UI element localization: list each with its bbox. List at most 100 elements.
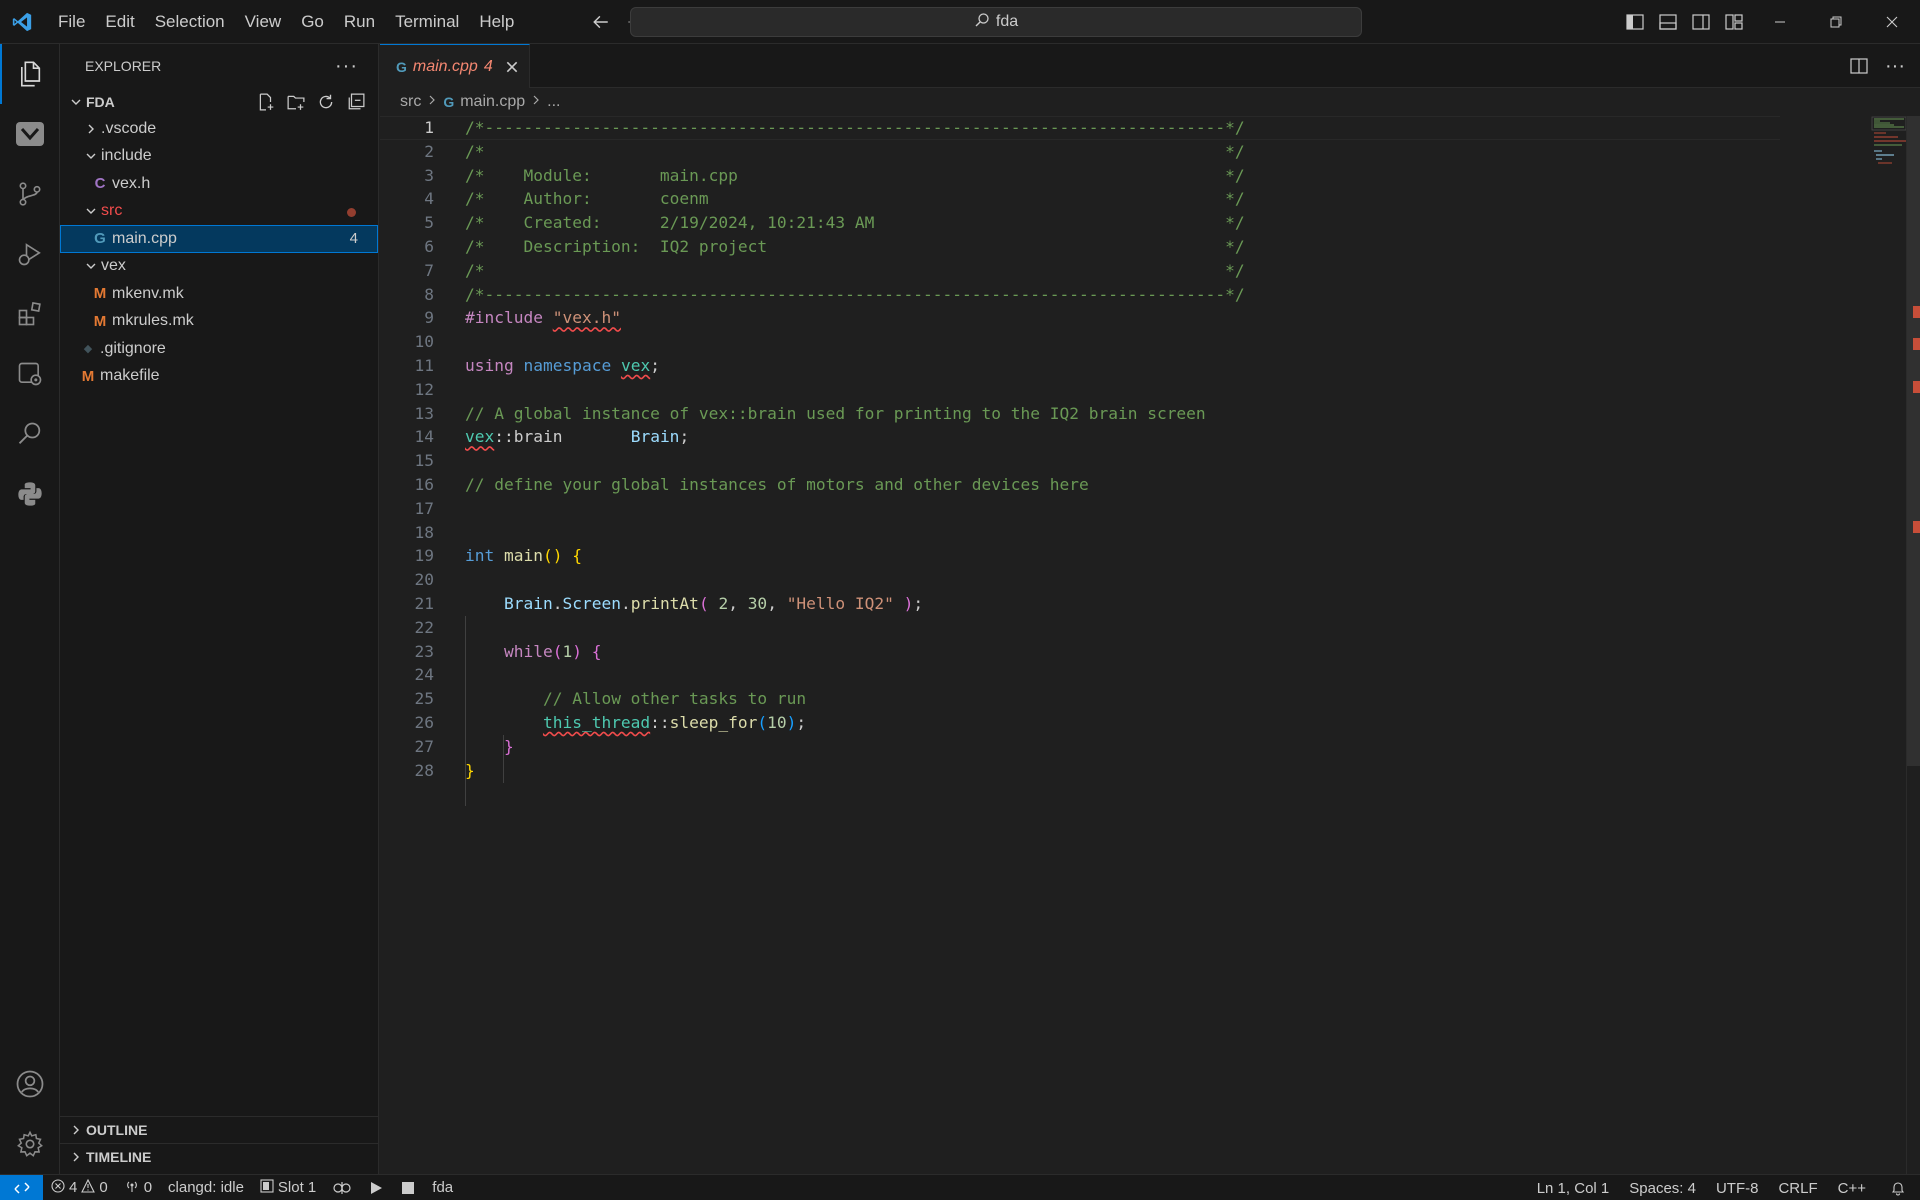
code-text: /*--------------------------------------… — [465, 284, 1245, 304]
tree-item-main-cpp[interactable]: G main.cpp 4 — [60, 225, 378, 253]
close-window-icon[interactable] — [1864, 0, 1920, 44]
menu-terminal[interactable]: Terminal — [385, 0, 469, 44]
code-text: // define your global instances of motor… — [465, 474, 1089, 494]
line-number: 27 — [414, 736, 435, 756]
source-control-icon[interactable] — [0, 164, 60, 224]
line-number: 7 — [424, 260, 434, 280]
line-number: 18 — [414, 522, 435, 542]
vex-device-icon[interactable] — [324, 1175, 360, 1200]
explorer-more-icon[interactable]: ··· — [335, 55, 358, 78]
menu-edit[interactable]: Edit — [95, 0, 144, 44]
tree-item-mkenv[interactable]: M mkenv.mk — [60, 280, 378, 308]
ports-count: 0 — [143, 1179, 153, 1196]
outline-section[interactable]: OUTLINE — [60, 1116, 379, 1143]
tree-item-include[interactable]: include — [60, 143, 378, 171]
editor-more-icon[interactable]: ··· — [1878, 44, 1912, 88]
tree-item-label: vex.h — [112, 174, 151, 192]
error-marker — [1913, 381, 1920, 393]
explorer-icon[interactable] — [0, 44, 60, 104]
breadcrumb-src[interactable]: src — [400, 93, 421, 111]
extensions-icon[interactable] — [0, 284, 60, 344]
tree-item-vex-h[interactable]: C vex.h — [60, 170, 378, 198]
toggle-primary-sidebar-icon[interactable] — [1618, 0, 1651, 44]
toggle-secondary-sidebar-icon[interactable] — [1684, 0, 1717, 44]
activity-bar — [0, 44, 60, 1174]
code-editor[interactable]: 1 /*-------------------------------------… — [380, 116, 1780, 782]
line-number: 19 — [414, 546, 435, 566]
code-text: this_thread::sleep_for(10); — [542, 712, 807, 732]
new-folder-icon[interactable] — [282, 88, 310, 115]
menu-go[interactable]: Go — [291, 0, 334, 44]
chevron-right-icon — [427, 93, 437, 111]
tree-item-label: mkrules.mk — [112, 312, 194, 330]
explorer-sidebar: EXPLORER ··· FDA .vscode include C vex.h… — [60, 44, 379, 1174]
indentation[interactable]: Spaces: 4 — [1619, 1175, 1706, 1200]
code-text: /* Author: coenm */ — [465, 189, 1245, 209]
tree-item-gitignore[interactable]: ◆ .gitignore — [60, 335, 378, 363]
code-line: 3 /* Module: main.cpp */ — [380, 164, 1780, 188]
vertical-scrollbar[interactable] — [1906, 116, 1920, 1200]
cursor-position[interactable]: Ln 1, Col 1 — [1527, 1175, 1620, 1200]
search-text: fda — [995, 13, 1019, 30]
tree-item-vscode[interactable]: .vscode — [60, 115, 378, 143]
new-file-icon[interactable] — [252, 88, 280, 115]
python-icon[interactable] — [0, 464, 60, 524]
vex-extension-icon[interactable] — [0, 104, 60, 164]
accounts-icon[interactable] — [0, 1054, 60, 1114]
tab-label: main.cpp — [412, 57, 478, 75]
stop-program-icon[interactable] — [392, 1175, 424, 1200]
line-number: 16 — [414, 474, 435, 494]
refresh-icon[interactable] — [312, 88, 340, 115]
warning-icon — [81, 1178, 96, 1197]
project-name[interactable]: fda — [424, 1175, 461, 1200]
tree-item-makefile[interactable]: M makefile — [60, 363, 378, 391]
run-program-icon[interactable] — [360, 1175, 392, 1200]
menu-selection[interactable]: Selection — [145, 0, 235, 44]
manage-gear-icon[interactable] — [0, 1114, 60, 1174]
explorer-title: EXPLORER — [85, 58, 162, 74]
menu-file[interactable]: File — [48, 0, 95, 44]
run-debug-icon[interactable] — [0, 224, 60, 284]
command-center-search[interactable]: fda — [630, 7, 1362, 37]
toggle-panel-icon[interactable] — [1651, 0, 1684, 44]
chevron-down-icon — [81, 260, 101, 272]
problems-indicator[interactable]: 4 0 — [43, 1175, 116, 1200]
language-mode[interactable]: C++ — [1828, 1175, 1876, 1200]
ports-indicator[interactable]: 0 — [116, 1175, 160, 1200]
code-text: while(1) { — [503, 641, 602, 661]
tree-item-vex[interactable]: vex — [60, 253, 378, 281]
breadcrumb-ellipsis[interactable]: ... — [547, 93, 560, 111]
menu-help[interactable]: Help — [469, 0, 524, 44]
error-count-badge: 4 — [349, 230, 358, 248]
tree-item-src[interactable]: src — [60, 198, 378, 226]
search-view-icon[interactable] — [0, 404, 60, 464]
scroll-thumb[interactable] — [1907, 116, 1920, 766]
restore-icon[interactable] — [1808, 0, 1864, 44]
menu-view[interactable]: View — [235, 0, 292, 44]
notifications-bell-icon[interactable] — [1876, 1175, 1920, 1200]
code-text: Brain.Screen.printAt( 2, 30, "Hello IQ2"… — [503, 593, 924, 613]
encoding[interactable]: UTF-8 — [1706, 1175, 1769, 1200]
slot-selector[interactable]: Slot 1 — [252, 1175, 324, 1200]
clangd-status[interactable]: clangd: idle — [160, 1175, 252, 1200]
customize-layout-icon[interactable] — [1717, 0, 1750, 44]
collapse-all-icon[interactable] — [342, 88, 370, 115]
code-text: /* Created: 2/19/2024, 10:21:43 AM */ — [465, 213, 1245, 233]
menu-run[interactable]: Run — [334, 0, 385, 44]
minimize-icon[interactable] — [1752, 0, 1808, 44]
breadcrumb-file[interactable]: main.cpp — [460, 93, 525, 111]
remote-indicator-icon[interactable] — [0, 1174, 43, 1200]
folder-header[interactable]: FDA — [60, 88, 378, 115]
remote-explorer-icon[interactable] — [0, 344, 60, 404]
minimap[interactable] — [1790, 116, 1907, 176]
split-editor-icon[interactable] — [1842, 44, 1876, 88]
back-arrow-icon[interactable] — [584, 0, 618, 44]
timeline-section[interactable]: TIMELINE — [60, 1143, 379, 1170]
tab-main-cpp[interactable]: G main.cpp 4 — [380, 44, 530, 88]
line-number: 9 — [424, 308, 434, 328]
error-marker — [1913, 306, 1920, 318]
tree-item-mkrules[interactable]: M mkrules.mk — [60, 308, 378, 336]
line-ending[interactable]: CRLF — [1768, 1175, 1827, 1200]
cpp-file-icon: G — [94, 230, 106, 248]
close-tab-icon[interactable] — [505, 60, 519, 74]
